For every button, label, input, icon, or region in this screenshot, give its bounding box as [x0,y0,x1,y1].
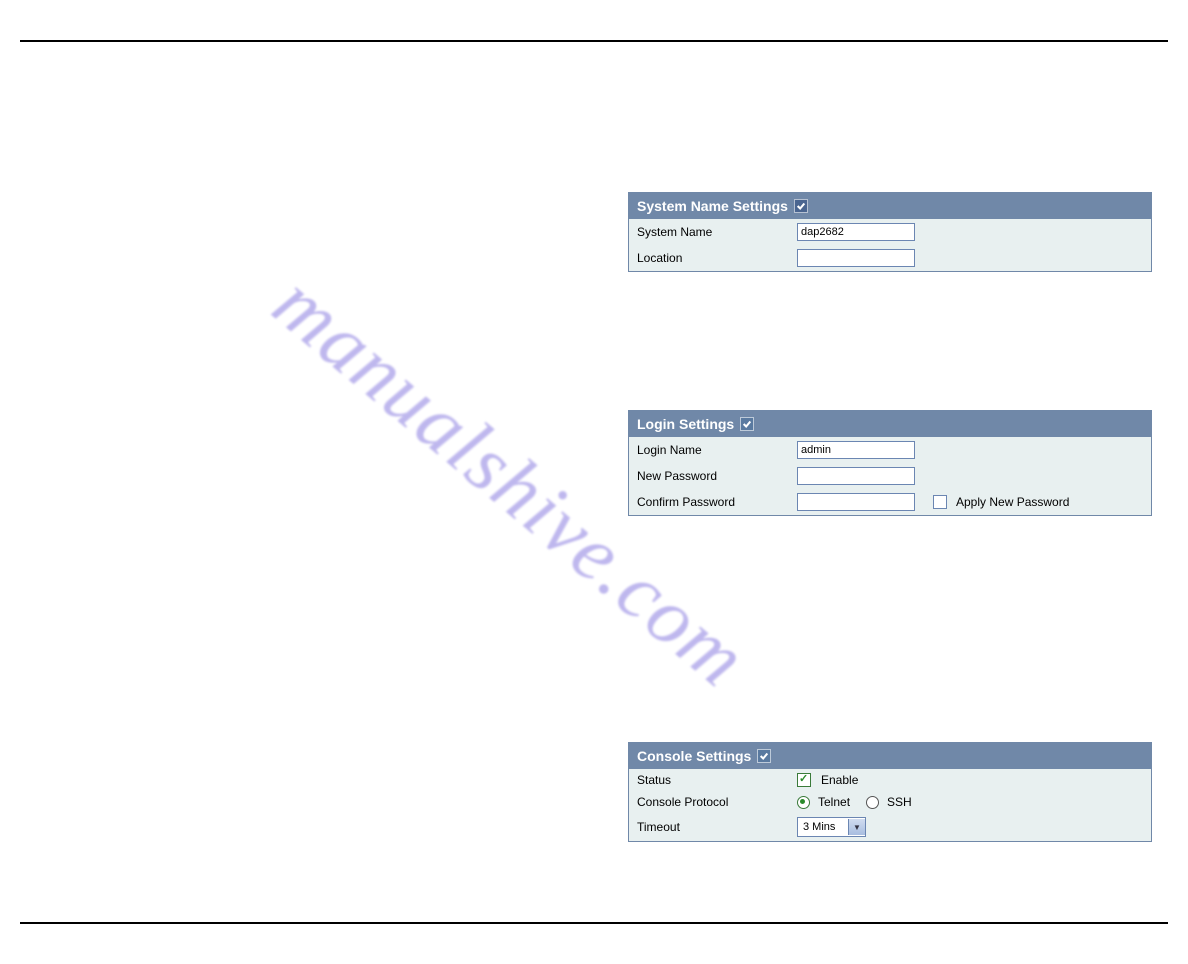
check-icon [794,199,808,213]
apply-new-password-checkbox[interactable] [933,495,947,509]
console-header: Console Settings [629,743,1151,769]
telnet-label: Telnet [818,795,850,809]
console-panel: Console Settings Status Enable Console P… [628,742,1152,842]
status-enable-checkbox[interactable] [797,773,811,787]
status-enable-label: Enable [821,773,858,787]
check-icon [757,749,771,763]
location-label: Location [637,251,797,265]
bottom-rule [20,922,1168,924]
system-name-input[interactable] [797,223,915,241]
login-panel: Login Settings Login Name New Password C… [628,410,1152,516]
system-name-label: System Name [637,225,797,239]
login-name-input[interactable] [797,441,915,459]
timeout-value: 3 Mins [798,821,848,833]
login-name-label: Login Name [637,443,797,457]
check-icon [740,417,754,431]
telnet-radio[interactable] [797,796,810,809]
system-name-title: System Name Settings [637,198,788,214]
console-title: Console Settings [637,748,751,764]
new-password-input[interactable] [797,467,915,485]
new-password-label: New Password [637,469,797,483]
confirm-password-label: Confirm Password [637,495,797,509]
system-name-header: System Name Settings [629,193,1151,219]
system-name-panel: System Name Settings System Name Locatio… [628,192,1152,272]
timeout-label: Timeout [637,820,797,834]
login-header: Login Settings [629,411,1151,437]
ssh-radio[interactable] [866,796,879,809]
timeout-select[interactable]: 3 Mins ▼ [797,817,866,837]
console-protocol-label: Console Protocol [637,795,797,809]
status-label: Status [637,773,797,787]
top-rule [20,40,1168,42]
confirm-password-input[interactable] [797,493,915,511]
login-title: Login Settings [637,416,734,432]
apply-new-password-label: Apply New Password [956,495,1069,509]
location-input[interactable] [797,249,915,267]
ssh-label: SSH [887,795,912,809]
chevron-down-icon: ▼ [848,819,865,835]
